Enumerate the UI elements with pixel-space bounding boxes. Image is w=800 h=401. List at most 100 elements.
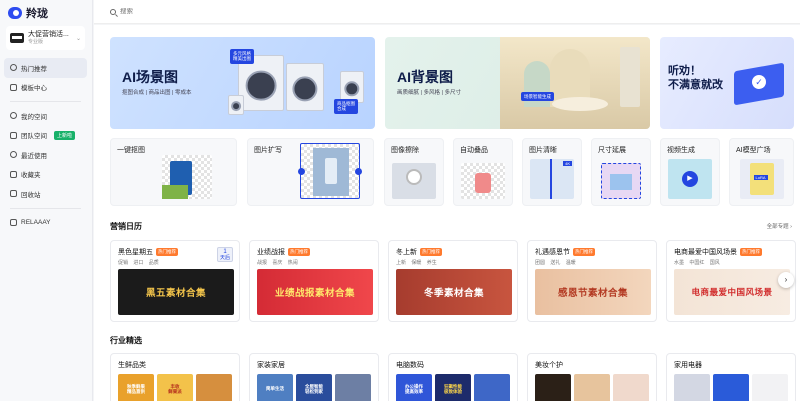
calendar-card[interactable]: 冬上新 热门推荐 上新 保暖 养生 冬季素材合集 <box>388 240 518 322</box>
industry-thumb <box>613 374 649 401</box>
calendar-card-banner: 黑五素材合集 <box>118 269 234 315</box>
industry-card[interactable]: 美妆个护 <box>527 353 657 401</box>
calendar-card-title-text: 业绩战报 <box>257 249 285 256</box>
calendar-card[interactable]: 业绩战报 热门推荐 战报 喜庆 热闹 业绩战报素材合集 <box>249 240 379 322</box>
industry-thumb <box>674 374 710 401</box>
play-icon: ▶ <box>682 171 698 187</box>
sidebar-item-trash[interactable]: 回收站 <box>4 184 87 204</box>
banner-subtitle: 画质细腻 | 多风格 | 多尺寸 <box>397 90 461 96</box>
calendar-card-tags: 上新 保暖 养生 <box>396 260 437 266</box>
industry-card-title: 美妆个护 <box>535 362 563 369</box>
sidebar-item-label: 我的空间 <box>21 113 47 121</box>
industry-card-title: 生鲜品类 <box>118 362 146 369</box>
calendar-card[interactable]: 电商最爱中国风场景 热门推荐 水墨 中国红 国风 电商最爱中国风场景 <box>666 240 796 322</box>
team-icon <box>10 131 17 139</box>
industry-card[interactable]: 家用电器 <box>666 353 796 401</box>
calendar-card-banner: 感恩节素材合集 <box>535 269 651 315</box>
hot-badge: 热门推荐 <box>420 248 442 256</box>
fire-icon <box>10 64 17 72</box>
calendar-card-banner: 业绩战报素材合集 <box>257 269 373 315</box>
org-avatar <box>10 33 24 43</box>
sidebar: 羚珑 大促营销活... 专业版 ⌄ 热门推荐 模板中心 我的空间 团队空间 上新… <box>0 0 93 401</box>
stack-preview <box>461 163 505 199</box>
washer-image <box>228 95 244 115</box>
tool-label: 图片清晰 <box>529 147 557 154</box>
banner-title: AI场景图 <box>122 69 178 85</box>
tool-label: 自动叠品 <box>460 147 488 154</box>
tool-ai-models[interactable]: AI模型广场 LoRA <box>729 138 794 206</box>
industry-thumb <box>713 374 749 401</box>
tool-label: 一键抠图 <box>117 147 145 154</box>
ai-models-preview: LoRA <box>739 159 784 199</box>
sidebar-item-label: 回收站 <box>21 191 41 199</box>
banner-ai-scene[interactable]: AI场景图 抠图合成 | 商品出图 | 零成本 多元风格 精美出图 商品抠图 合… <box>110 37 375 129</box>
banner-revise[interactable]: 听劝！ 不满意就改 ✓ <box>660 37 794 129</box>
hot-badge: 热门推荐 <box>740 248 762 256</box>
calendar-card[interactable]: 礼遇感恩节 热门推荐 团圆 送礼 温暖 感恩节素材合集 <box>527 240 657 322</box>
chevron-right-icon[interactable]: › <box>778 272 794 288</box>
tool-expand[interactable]: 图片扩写 <box>247 138 374 206</box>
org-plan: 专业版 <box>28 39 44 46</box>
template-icon <box>10 83 17 91</box>
sidebar-item-team-space[interactable]: 团队空间 上新啦 <box>4 126 87 146</box>
tool-label: 图像擦除 <box>391 147 419 154</box>
search-input[interactable] <box>120 8 420 15</box>
sidebar-item-favorites[interactable]: 收藏夹 <box>4 165 87 185</box>
tool-label: 图片扩写 <box>254 147 282 154</box>
erase-preview <box>392 163 436 199</box>
calendar-card[interactable]: 黑色星期五 热门推荐 促销 进口 品质 1 天后 黑五素材合集 <box>110 240 240 322</box>
trash-icon <box>10 190 17 198</box>
relaaay-icon <box>10 218 17 226</box>
calendar-card-title: 业绩战报 热门推荐 <box>257 247 310 257</box>
sidebar-item-templates[interactable]: 模板中心 <box>4 78 87 98</box>
calendar-card-banner: 电商最爱中国风场景 <box>674 269 790 315</box>
org-switcher[interactable]: 大促营销活... 专业版 ⌄ <box>6 26 85 50</box>
industry-thumb <box>752 374 788 401</box>
industry-thumb: 办公操作 提高效率 <box>396 374 432 401</box>
all-topics-link[interactable]: 全部专题 › <box>767 222 792 230</box>
cutout-preview <box>162 155 212 199</box>
tool-resize[interactable]: 尺寸延展 <box>591 138 651 206</box>
industry-thumb <box>535 374 571 401</box>
tool-video[interactable]: 视频生成 ▶ <box>660 138 720 206</box>
tool-stack[interactable]: 自动叠品 <box>453 138 513 206</box>
tool-sharpen[interactable]: 图片清晰 4K <box>522 138 582 206</box>
sidebar-item-my-space[interactable]: 我的空间 <box>4 106 87 126</box>
tool-erase[interactable]: 图像擦除 <box>384 138 444 206</box>
calendar-card-title-text: 电商最爱中国风场景 <box>674 249 737 256</box>
calendar-card-banner: 冬季素材合集 <box>396 269 512 315</box>
app-logo[interactable]: 羚珑 <box>8 5 48 21</box>
search-icon <box>110 8 116 15</box>
sidebar-item-recent[interactable]: 最近使用 <box>4 145 87 165</box>
industry-card[interactable]: 电脑数码 办公操作 提高效率 狂飙性能 极致体验 <box>388 353 518 401</box>
calendar-card-tags: 战报 喜庆 热闹 <box>257 260 298 266</box>
industry-card-title: 家装家居 <box>257 362 285 369</box>
industry-card[interactable]: 生鲜品类 秋季鲜果 精品直供 丰收 鲜果派 <box>110 353 240 401</box>
tool-label: 视频生成 <box>667 147 695 154</box>
topbar <box>94 0 800 24</box>
calendar-card-tags: 团圆 送礼 温暖 <box>535 260 576 266</box>
industry-thumbs <box>535 374 649 401</box>
sidebar-item-relaaay[interactable]: RELAAAY <box>4 213 87 233</box>
industry-thumb <box>574 374 610 401</box>
calendar-card-title: 礼遇感恩节 热门推荐 <box>535 247 595 257</box>
section-title-industry: 行业精选 <box>110 336 142 345</box>
sidebar-item-label: 热门推荐 <box>21 65 47 73</box>
industry-thumbs <box>674 374 788 401</box>
sidebar-item-label: 模板中心 <box>21 85 47 93</box>
clock-icon <box>10 151 17 159</box>
industry-card-title: 家用电器 <box>674 362 702 369</box>
countdown-badge: 1 天后 <box>217 247 233 262</box>
tool-cutout[interactable]: 一键抠图 <box>110 138 237 206</box>
sidebar-item-hot[interactable]: 热门推荐 <box>4 58 87 78</box>
industry-thumb: 丰收 鲜果派 <box>157 374 193 401</box>
industry-thumb <box>474 374 510 401</box>
section-title-calendar: 营销日历 <box>110 222 142 231</box>
banner-tag: 多元风格 精美出图 <box>230 49 254 64</box>
industry-thumb: 全屋智能 轻松到家 <box>296 374 332 401</box>
org-name: 大促营销活... <box>28 30 69 38</box>
banner-ai-background[interactable]: AI背景图 画质细腻 | 多风格 | 多尺寸 场景智能生成 <box>385 37 650 129</box>
banner-tag: 商品抠图 合成 <box>334 99 358 114</box>
resize-preview <box>601 163 641 199</box>
industry-card[interactable]: 家装家居 简单生活 全屋智能 轻松到家 <box>249 353 379 401</box>
